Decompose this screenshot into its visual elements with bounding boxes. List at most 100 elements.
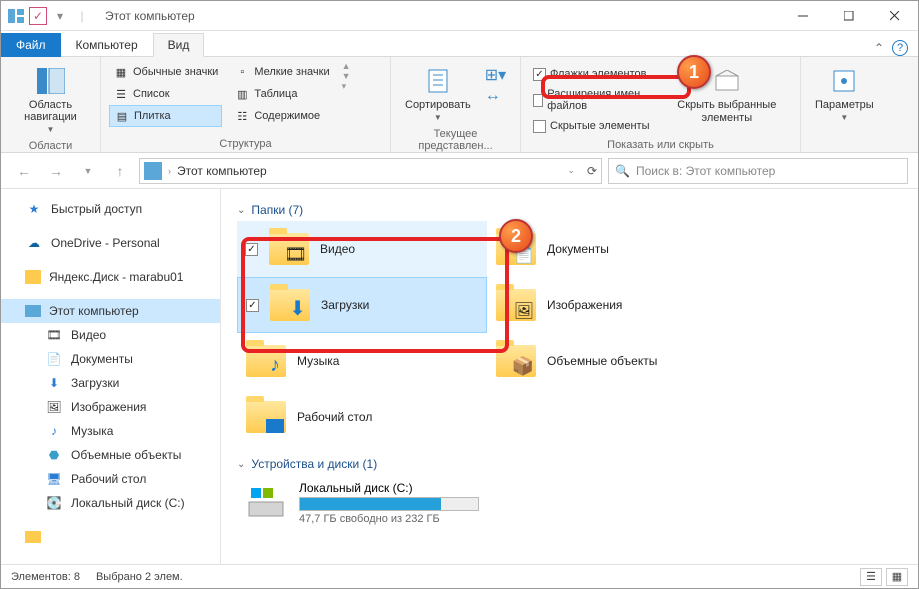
nav-pictures[interactable]: 🖼Изображения — [1, 395, 220, 419]
downloads-folder-icon: ⬇ — [269, 284, 311, 326]
status-bar: Элементов: 8 Выбрано 2 элем. ☰ ▦ — [1, 564, 918, 588]
folder-music[interactable]: ♪ Музыка — [237, 333, 487, 389]
hide-selected-button[interactable]: Скрыть выбранные элементы — [662, 61, 792, 129]
drive-icon — [245, 482, 287, 524]
layout-scroll-down[interactable]: ▼ — [342, 71, 351, 81]
nav-desktop[interactable]: 🖥Рабочий стол — [1, 467, 220, 491]
recent-button[interactable]: ▼ — [75, 158, 101, 184]
ribbon-tabs: Файл Компьютер Вид ⌃ ? — [1, 31, 918, 57]
search-icon: 🔍 — [615, 164, 630, 178]
status-selected-count: Выбрано 2 элем. — [96, 571, 183, 583]
navigation-pane-button[interactable]: Область навигации ▼ — [9, 61, 92, 138]
ribbon: Область навигации ▼ Области ▦Обычные зна… — [1, 57, 918, 153]
details-view-button[interactable]: ☰ — [860, 568, 882, 586]
close-button[interactable] — [872, 1, 918, 31]
layout-table[interactable]: ▥Таблица — [230, 83, 333, 105]
group-showhide-label: Показать или скрыть — [529, 137, 792, 151]
layout-content[interactable]: ☷Содержимое — [230, 105, 333, 127]
item-checkbox[interactable] — [245, 243, 258, 256]
qat-checkbox-icon[interactable]: ✓ — [29, 7, 47, 25]
drive-local-c[interactable]: Локальный диск (C:) 47,7 ГБ свободно из … — [237, 475, 902, 531]
small-icons-icon: ▫ — [234, 64, 250, 80]
3d-folder-icon: 📦 — [495, 340, 537, 382]
back-button[interactable]: ← — [11, 158, 37, 184]
layout-tiles[interactable]: ▤Плитка — [109, 105, 222, 127]
window-title: Этот компьютер — [105, 9, 195, 23]
layout-regular-icons[interactable]: ▦Обычные значки — [109, 61, 222, 83]
checkbox-icon — [533, 68, 546, 81]
desktop-folder-icon — [245, 396, 287, 438]
maximize-button[interactable] — [826, 1, 872, 31]
nav-videos[interactable]: 🎞Видео — [1, 323, 220, 347]
tab-computer[interactable]: Компьютер — [61, 33, 153, 57]
folder-desktop[interactable]: Рабочий стол — [237, 389, 487, 445]
music-icon: ♪ — [45, 422, 63, 440]
folder-3d-objects[interactable]: 📦 Объемные объекты — [487, 333, 737, 389]
qat-separator: | — [73, 7, 91, 25]
sort-button[interactable]: Сортировать ▼ — [399, 61, 477, 126]
folders-section-header[interactable]: ⌄ Папки (7) — [237, 199, 902, 221]
list-icon: ☰ — [113, 86, 129, 102]
layout-list[interactable]: ☰Список — [109, 83, 222, 105]
chevron-down-icon[interactable]: ⌄ — [567, 165, 575, 176]
group-panes-label: Области — [9, 138, 92, 152]
options-button[interactable]: Параметры ▼ — [809, 61, 880, 126]
hidden-items-toggle[interactable]: Скрытые элементы — [529, 115, 654, 137]
layout-scroll-up[interactable]: ▲ — [342, 61, 351, 71]
nav-unknown[interactable] — [1, 525, 220, 549]
minimize-button[interactable] — [780, 1, 826, 31]
group-currentview-label: Текущее представлен... — [399, 126, 512, 152]
this-pc-icon — [144, 162, 162, 180]
layout-more[interactable]: ▾ — [342, 81, 351, 92]
nav-documents[interactable]: 📄Документы — [1, 347, 220, 371]
video-folder-icon: 🎞 — [268, 228, 310, 270]
nav-3d-objects[interactable]: ⬣Объемные объекты — [1, 443, 220, 467]
content-area[interactable]: ⌄ Папки (7) 🎞 Видео 📄 Документы ⬇ Загруз… — [221, 189, 918, 564]
qat-dropdown-icon[interactable]: ▾ — [51, 7, 69, 25]
chevron-down-icon: ⌄ — [237, 205, 245, 216]
document-icon: 📄 — [45, 350, 63, 368]
options-label: Параметры — [815, 99, 874, 111]
size-columns-icon[interactable]: ↔ — [485, 87, 506, 105]
refresh-icon[interactable]: ⟳ — [587, 164, 597, 178]
cube-icon: ⬣ — [45, 446, 63, 464]
forward-button[interactable]: → — [43, 158, 69, 184]
download-icon: ⬇ — [45, 374, 63, 392]
desktop-icon: 🖥 — [45, 470, 63, 488]
nav-this-pc[interactable]: Этот компьютер — [1, 299, 220, 323]
devices-section-header[interactable]: ⌄ Устройства и диски (1) — [237, 453, 902, 475]
help-icon[interactable]: ? — [892, 40, 908, 56]
item-checkboxes-toggle[interactable]: Флажки элементов — [529, 63, 654, 85]
ribbon-collapse-icon[interactable]: ⌃ — [874, 41, 884, 55]
large-icons-view-button[interactable]: ▦ — [886, 568, 908, 586]
sort-icon — [422, 65, 454, 97]
content-icon: ☷ — [234, 108, 250, 124]
search-input[interactable]: 🔍 Поиск в: Этот компьютер — [608, 158, 908, 184]
nav-local-disk[interactable]: 💽Локальный диск (C:) — [1, 491, 220, 515]
hide-selected-icon — [711, 65, 743, 97]
folder-documents[interactable]: 📄 Документы — [487, 221, 737, 277]
filename-extensions-toggle[interactable]: Расширения имен файлов — [529, 89, 654, 111]
picture-icon: 🖼 — [45, 398, 63, 416]
up-button[interactable]: ↑ — [107, 158, 133, 184]
tab-file[interactable]: Файл — [1, 33, 61, 57]
folder-downloads[interactable]: ⬇ Загрузки — [237, 277, 487, 333]
regular-icons-icon: ▦ — [113, 64, 129, 80]
nav-music[interactable]: ♪Музыка — [1, 419, 220, 443]
folder-pictures[interactable]: 🖼 Изображения — [487, 277, 737, 333]
explorer-icon — [7, 7, 25, 25]
nav-quick-access[interactable]: ★Быстрый доступ — [1, 197, 220, 221]
chevron-down-icon: ▼ — [47, 125, 55, 134]
nav-downloads[interactable]: ⬇Загрузки — [1, 371, 220, 395]
breadcrumb-location[interactable]: Этот компьютер — [177, 164, 267, 178]
navigation-tree[interactable]: ★Быстрый доступ ☁OneDrive - Personal Янд… — [1, 189, 221, 564]
item-checkbox[interactable] — [246, 299, 259, 312]
tab-view[interactable]: Вид — [153, 33, 205, 57]
folder-videos[interactable]: 🎞 Видео — [237, 221, 487, 277]
layout-small-icons[interactable]: ▫Мелкие значки — [230, 61, 333, 83]
nav-yandex-disk[interactable]: Яндекс.Диск - marabu01 — [1, 265, 220, 289]
nav-onedrive[interactable]: ☁OneDrive - Personal — [1, 231, 220, 255]
add-columns-icon[interactable]: ⊞▾ — [485, 65, 506, 85]
navigation-pane-icon — [35, 65, 67, 97]
breadcrumb[interactable]: › Этот компьютер ⌄ ⟳ — [139, 158, 602, 184]
